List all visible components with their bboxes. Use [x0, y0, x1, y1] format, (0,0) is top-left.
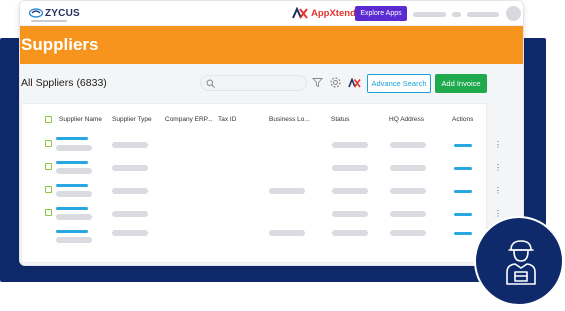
- business-location-placeholder: [269, 230, 305, 236]
- gear-icon[interactable]: [329, 76, 342, 89]
- supplier-name-link-placeholder[interactable]: [56, 230, 88, 233]
- supplier-name-link-placeholder[interactable]: [56, 184, 88, 187]
- supplier-subtext-placeholder: [56, 214, 92, 220]
- supplier-name-link-placeholder[interactable]: [56, 207, 88, 210]
- status-placeholder: [332, 230, 368, 236]
- hq-address-placeholder: [390, 188, 426, 194]
- suppliers-table: Supplier Name Supplier Type Company ERP.…: [21, 103, 502, 263]
- kebab-menu-icon[interactable]: ⋮: [494, 210, 502, 218]
- topbar-placeholder-1[interactable]: [413, 12, 446, 17]
- appxtend-small-icon[interactable]: [348, 78, 361, 88]
- list-title: All Sppliers (6833): [21, 77, 107, 89]
- supplier-subtext-placeholder: [56, 191, 92, 197]
- action-placeholder[interactable]: [454, 190, 472, 193]
- logo-tagline-placeholder: [31, 20, 67, 22]
- appxtend-icon: [292, 7, 308, 19]
- column-header-tax-id[interactable]: Tax ID: [218, 116, 236, 123]
- action-placeholder[interactable]: [454, 213, 472, 216]
- kebab-menu-icon[interactable]: ⋮: [494, 141, 502, 149]
- worker-icon: [506, 240, 536, 285]
- supplier-subtext-placeholder: [56, 237, 92, 243]
- supplier-subtext-placeholder: [56, 145, 92, 151]
- zycus-logo-icon: [29, 8, 43, 18]
- kebab-menu-icon[interactable]: ⋮: [494, 164, 502, 172]
- column-header-status[interactable]: Status: [331, 116, 349, 123]
- top-bar: ZYCUS AppXtend Explore Apps: [20, 1, 523, 26]
- column-header-company-erp[interactable]: Company ERP...: [165, 116, 213, 123]
- column-header-hq-address[interactable]: HQ Address: [389, 116, 424, 123]
- topbar-placeholder-3[interactable]: [467, 12, 499, 17]
- action-placeholder[interactable]: [454, 232, 472, 235]
- column-header-supplier-name[interactable]: Supplier Name: [59, 116, 102, 123]
- column-header-supplier-type[interactable]: Supplier Type: [112, 116, 152, 123]
- status-placeholder: [332, 211, 368, 217]
- supplier-name-link-placeholder[interactable]: [56, 137, 88, 140]
- supplier-type-placeholder: [112, 211, 148, 217]
- hq-address-placeholder: [390, 142, 426, 148]
- column-header-business-location[interactable]: Business Lo...: [269, 116, 310, 123]
- action-placeholder[interactable]: [454, 144, 472, 147]
- supplier-type-placeholder: [112, 188, 148, 194]
- column-header-actions[interactable]: Actions: [452, 116, 473, 123]
- status-placeholder: [332, 142, 368, 148]
- topbar-placeholder-2[interactable]: [452, 12, 461, 17]
- row-checkbox[interactable]: [45, 186, 52, 193]
- supplier-type-placeholder: [112, 165, 148, 171]
- add-invoice-button[interactable]: Add Invoice: [435, 74, 487, 93]
- business-location-placeholder: [269, 188, 305, 194]
- status-placeholder: [332, 188, 368, 194]
- worker-badge: [474, 216, 564, 306]
- action-placeholder[interactable]: [454, 167, 472, 170]
- hq-address-placeholder: [390, 165, 426, 171]
- search-icon[interactable]: [206, 79, 215, 88]
- filter-icon[interactable]: [312, 77, 323, 88]
- zycus-logo[interactable]: ZYCUS: [29, 6, 80, 20]
- status-placeholder: [332, 165, 368, 171]
- page-title: Suppliers: [21, 35, 99, 54]
- supplier-type-placeholder: [112, 142, 148, 148]
- row-checkbox[interactable]: [45, 209, 52, 216]
- avatar[interactable]: [506, 6, 521, 21]
- hq-address-placeholder: [390, 230, 426, 236]
- select-all-checkbox[interactable]: [45, 116, 52, 123]
- appxtend-brand[interactable]: AppXtend: [292, 7, 356, 19]
- hq-address-placeholder: [390, 211, 426, 217]
- advance-search-button[interactable]: Advance Search: [367, 74, 431, 93]
- row-checkbox[interactable]: [45, 140, 52, 147]
- supplier-type-placeholder: [112, 230, 148, 236]
- kebab-menu-icon[interactable]: ⋮: [494, 187, 502, 195]
- search-input[interactable]: [200, 75, 307, 91]
- supplier-name-link-placeholder[interactable]: [56, 161, 88, 164]
- explore-apps-button[interactable]: Explore Apps: [355, 6, 407, 21]
- supplier-subtext-placeholder: [56, 168, 92, 174]
- logo-text: ZYCUS: [45, 7, 80, 19]
- appxtend-label: AppXtend: [311, 7, 356, 19]
- row-checkbox[interactable]: [45, 163, 52, 170]
